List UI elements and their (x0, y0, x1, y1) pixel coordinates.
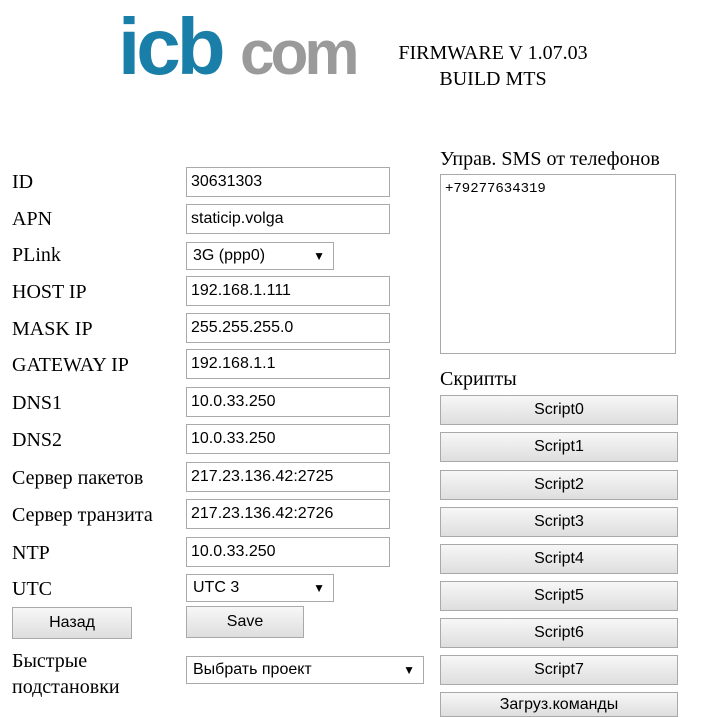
sms-phone-entry: +79277634319 (445, 181, 546, 197)
script7-button[interactable]: Script7 (440, 655, 678, 685)
script0-button[interactable]: Script0 (440, 395, 678, 425)
plink-select[interactable]: 3G (ppp0) ▼ (186, 242, 334, 270)
utc-select-value: UTC 3 (193, 579, 240, 596)
utc-label: UTC (12, 578, 52, 600)
script3-button[interactable]: Script3 (440, 507, 678, 537)
quick-label-line1: Быстрые (12, 650, 88, 672)
ntp-input[interactable]: 10.0.33.250 (186, 537, 390, 567)
dns2-input[interactable]: 10.0.33.250 (186, 424, 390, 454)
transit-server-label: Сервер транзита (12, 504, 153, 526)
dns1-label: DNS1 (12, 392, 63, 414)
transit-server-input[interactable]: 217.23.136.42:2726 (186, 499, 390, 529)
firmware-version: FIRMWARE V 1.07.03 (398, 42, 588, 64)
dns2-label: DNS2 (12, 429, 63, 451)
packet-server-label: Сервер пакетов (12, 467, 144, 489)
save-button[interactable]: Save (186, 606, 304, 638)
sms-phones-textarea[interactable]: +79277634319 (440, 174, 676, 354)
mask-ip-label: MASK IP (12, 318, 93, 340)
mask-ip-input[interactable]: 255.255.255.0 (186, 313, 390, 343)
svg-text:com: com (240, 19, 356, 88)
packet-server-input[interactable]: 217.23.136.42:2725 (186, 462, 390, 492)
quick-label-line2: подстановки (12, 676, 120, 698)
firmware-info: FIRMWARE V 1.07.03 BUILD MTS (378, 40, 608, 92)
scripts-title: Скрипты (440, 368, 517, 390)
svg-text:icb: icb (118, 8, 223, 88)
gateway-ip-label: GATEWAY IP (12, 354, 129, 376)
host-ip-input[interactable]: 192.168.1.111 (186, 276, 390, 306)
chevron-down-icon: ▼ (313, 249, 325, 263)
chevron-down-icon: ▼ (313, 581, 325, 595)
project-select-value: Выбрать проект (193, 661, 312, 678)
script1-button[interactable]: Script1 (440, 432, 678, 462)
chevron-down-icon: ▼ (403, 663, 415, 677)
script5-button[interactable]: Script5 (440, 581, 678, 611)
apn-input[interactable]: staticip.volga (186, 204, 390, 234)
id-input[interactable]: 30631303 (186, 167, 390, 197)
icbcom-logo: icb com (118, 8, 358, 88)
load-commands-button[interactable]: Загруз.команды (440, 692, 678, 717)
script4-button[interactable]: Script4 (440, 544, 678, 574)
host-ip-label: HOST IP (12, 281, 87, 303)
apn-label: APN (12, 208, 53, 230)
gateway-ip-input[interactable]: 192.168.1.1 (186, 349, 390, 379)
plink-label: PLink (12, 244, 61, 266)
plink-select-value: 3G (ppp0) (193, 247, 266, 264)
dns1-input[interactable]: 10.0.33.250 (186, 387, 390, 417)
script6-button[interactable]: Script6 (440, 618, 678, 648)
quick-substitution-label: Быстрые подстановки (12, 648, 120, 700)
script2-button[interactable]: Script2 (440, 470, 678, 500)
sms-control-title: Управ. SMS от телефонов (440, 148, 660, 170)
id-label: ID (12, 171, 34, 193)
utc-select[interactable]: UTC 3 ▼ (186, 574, 334, 602)
firmware-build: BUILD MTS (439, 68, 547, 90)
project-select[interactable]: Выбрать проект ▼ (186, 656, 424, 684)
ntp-label: NTP (12, 542, 50, 564)
back-button[interactable]: Назад (12, 607, 132, 639)
